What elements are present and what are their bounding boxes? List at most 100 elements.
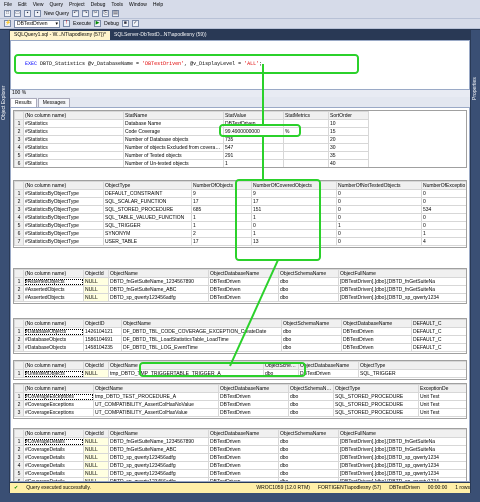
execute-button[interactable]: Execute [73,21,91,27]
table-cell[interactable]: 17 [251,197,337,206]
table-cell[interactable]: DBTD_fnGetSuiteName_ABC [108,285,209,294]
table-cell[interactable]: dbo [278,461,339,470]
row-number[interactable]: 2 [14,400,24,409]
table-cell[interactable]: dbo [278,469,339,478]
column-header[interactable]: StatValue [223,111,284,120]
column-header[interactable]: ObjectDatabaseName [341,319,412,328]
column-header[interactable]: ObjectType [333,384,419,393]
column-header[interactable]: ObjectName [108,361,264,370]
table-cell[interactable]: 0 [336,237,422,246]
table-cell[interactable]: dbo [281,343,342,352]
table-cell[interactable]: DBTestDriven [208,469,279,478]
table-cell[interactable]: DBTestDriven [208,277,279,286]
table-cell[interactable]: DBTestDriven [341,335,412,344]
column-header[interactable]: ObjectID [83,319,122,328]
table-cell[interactable]: #CoverageExceptions [23,392,94,401]
table-cell[interactable]: #CoverageDetails [23,437,84,446]
table-cell[interactable]: 1458104235 [83,343,122,352]
table-row[interactable]: 7 #StatisticsByObjectType USER_TABLE 17 13 0 4 [14,237,466,246]
column-header[interactable]: DEFAULT_C [411,319,466,328]
table-cell[interactable]: 13 [251,237,337,246]
column-header[interactable]: ObjectName [121,319,282,328]
tab-sqlserver[interactable]: SQLServer-DbTestD...NT\apodlesny (59)) [110,31,211,40]
properties-tab[interactable]: Properties [471,30,480,502]
table-row[interactable]: 6 #CoverageDetails NULL DBTD_sp_qwerty12345… [14,477,466,481]
coverage-details-grid[interactable]: (No column name) ObjectId ObjectName Object… [13,428,467,481]
table-cell[interactable]: DF_DBTD_TBL_LOG_EventTime [121,343,282,352]
table-cell[interactable]: DBTD_sp_qwerty123456adfg [108,469,209,478]
table-cell[interactable]: [DBTestDriven].[dbo].[DBTD_sp_qwerty1234 [338,469,466,478]
table-row[interactable]: 2 #StatisticsByObjectType SQL_SCALAR_FUNCT… [14,197,466,206]
table-cell[interactable]: #DatabaseObjects [23,327,84,336]
table-cell[interactable]: SQL_SCALAR_FUNCTION [103,197,192,206]
column-header[interactable]: ObjectDatabaseName [208,269,279,278]
column-header[interactable]: (No column name) [23,319,84,328]
table-cell[interactable]: DBTD_sp_qwerty123456adfg [108,453,209,462]
untested-objects-grid[interactable]: (No column name) ObjectId ObjectName Object… [13,360,467,380]
table-cell[interactable]: 0 [336,189,422,198]
table-cell[interactable]: 547 [223,143,284,152]
column-header[interactable]: NumberOfObjects [191,181,252,190]
table-row[interactable]: 4 #CoverageDetails NULL DBTD_sp_qwerty12345… [14,461,466,470]
table-cell[interactable]: [DBTestDriven].[dbo].[DBTD_sp_qwerty1234 [338,293,466,302]
debug-button[interactable]: Debug [104,21,119,27]
row-number[interactable]: 1 [14,189,24,198]
table-cell[interactable]: #CoverageDetails [23,469,84,478]
table-cell[interactable]: dbo [288,400,334,409]
table-cell[interactable]: UT_COMPATIBILITY_AssertColHasNoValue [93,400,219,409]
table-cell[interactable]: #StatisticsByObjectType [23,237,104,246]
undo-icon[interactable]: ↶ [72,10,80,17]
table-cell[interactable]: #StatisticsByObjectType [23,189,104,198]
table-cell[interactable]: [DBTestDriven].[dbo].[DBTD_sp_qwerty1234 [338,453,466,462]
table-cell[interactable]: 0 [421,189,466,198]
object-explorer-tab[interactable]: Object Explorer [0,30,9,502]
table-row[interactable]: 3 #DatabaseObjects 1458104235 DF_DBTD_TBL_L… [14,343,466,352]
table-cell[interactable]: #Statistics [23,119,124,128]
connect-icon[interactable]: ⚡ [4,20,11,27]
row-number[interactable]: 3 [14,453,24,462]
table-cell[interactable]: [DBTestDriven].[dbo].[DBTD_fnGetSuiteNa [338,277,466,286]
row-number[interactable]: 3 [14,343,24,352]
table-cell[interactable]: #StatisticsByObjectType [23,197,104,206]
table-cell[interactable]: Unit Test [418,400,466,409]
table-cell[interactable]: DBTestDriven [208,285,279,294]
table-row[interactable]: 6 #StatisticsByObjectType SYNONYM 2 1 0 1 [14,229,466,238]
table-cell[interactable]: 685 [191,205,252,214]
row-number[interactable]: 1 [14,277,24,286]
table-cell[interactable]: DBTestDriven [208,453,279,462]
row-number[interactable]: 2 [14,285,24,294]
table-cell[interactable]: 1 [421,229,466,238]
table-cell[interactable]: USER_TABLE [103,237,192,246]
table-cell[interactable]: 4 [421,237,466,246]
table-cell[interactable] [283,151,329,160]
table-row[interactable]: 2 #DatabaseObjects 1586104691 DF_DBTD_TBL_L… [14,335,466,344]
table-cell[interactable]: 0 [336,229,422,238]
table-cell[interactable]: NULL [83,293,109,302]
table-cell[interactable]: DBTestDriven [218,408,289,417]
column-header[interactable] [14,429,24,438]
table-cell[interactable]: DBTestDriven [341,327,412,336]
table-row[interactable]: 3 #AssertedObjects NULL DBTD_sp_qwerty12345… [14,293,466,302]
row-number[interactable]: 7 [14,237,24,246]
table-cell[interactable]: NULL [83,285,109,294]
table-cell[interactable]: #StatisticsByObjectType [23,205,104,214]
column-header[interactable]: NumberOfExceptio [421,181,466,190]
save-icon[interactable]: ▪ [24,10,31,17]
column-header[interactable]: ObjectName [108,269,209,278]
table-cell[interactable] [283,159,329,167]
table-cell[interactable]: SQL_STORED_PROCEDURE [333,392,419,401]
table-row[interactable]: 1 #CoverageDetails NULL DBTD_fnGetSuiteName… [14,437,466,446]
table-cell[interactable]: DBTestDriven [208,437,279,446]
table-row[interactable]: 1 #CoverageExceptions tmp_DBTD_TEST_PROCED… [14,392,466,401]
table-cell[interactable]: #Statistics [23,127,124,136]
table-cell[interactable]: NULL [83,445,109,454]
tab-sqlquery1[interactable]: SQLQuery1.sql - W...NT\apodlesny (57))* [10,31,110,40]
table-row[interactable]: 5 #StatisticsByObjectType SQL_TRIGGER 1 0 1 0 [14,221,466,230]
column-header[interactable]: ObjectName [108,429,209,438]
table-cell[interactable]: DF_DBTD_TBL_LoadStatisticsTable_LoadTime [121,335,282,344]
table-cell[interactable]: NULL [83,437,109,446]
table-row[interactable]: 2 #CoverageDetails NULL DBTD_fnGetSuiteName… [14,445,466,454]
table-cell[interactable]: dbo [281,335,342,344]
table-cell[interactable]: Number of objects Excluded from coverage… [123,143,224,152]
row-number[interactable]: 6 [14,159,24,167]
